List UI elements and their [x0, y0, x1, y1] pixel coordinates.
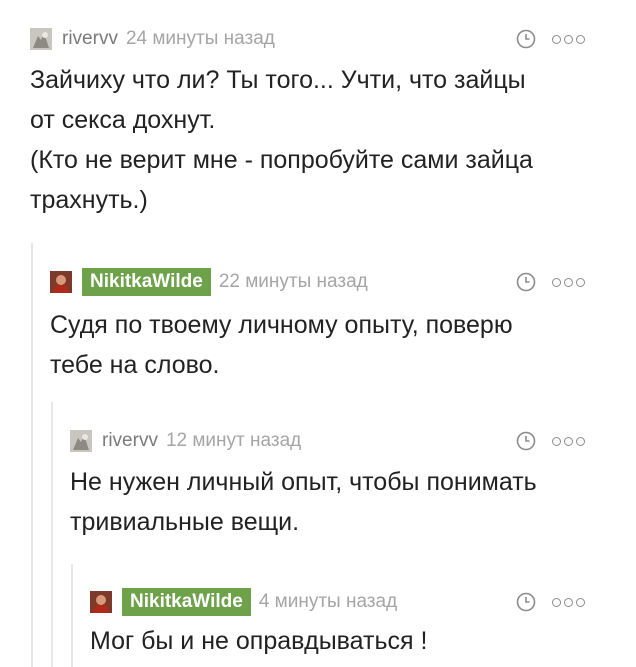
comment: NikitkaWilde 22 минуты назад Судя по тво… — [50, 265, 606, 385]
thread-line — [31, 243, 33, 667]
more-options-icon[interactable] — [552, 597, 585, 607]
comment-text: Мог бы и не оправдываться ! — [90, 621, 427, 661]
comment-time[interactable]: 24 минуты назад — [126, 28, 275, 50]
comment-header: NikitkaWilde 4 минуты назад — [90, 585, 397, 619]
author-name[interactable]: rivervv — [62, 28, 118, 50]
clock-icon[interactable] — [516, 592, 536, 612]
comment-actions — [516, 424, 585, 458]
avatar[interactable] — [90, 591, 112, 613]
comment-actions — [516, 22, 585, 56]
thread-line — [51, 402, 53, 667]
comment-time[interactable]: 4 минуты назад — [259, 591, 397, 613]
comment-line: тривиальные вещи. — [70, 508, 300, 536]
comment-text: Судя по твоему личному опыту, поверю теб… — [50, 305, 513, 385]
comment-header: rivervv 12 минут назад — [70, 424, 301, 458]
comment-text: Не нужен личный опыт, чтобы понимать три… — [70, 462, 537, 542]
comment-line: тебе на слово. — [50, 351, 220, 379]
avatar[interactable] — [70, 430, 92, 452]
comment: rivervv 12 минут назад Не нужен личный о… — [70, 424, 606, 544]
comment-actions — [516, 265, 585, 299]
comment-line: Судя по твоему личному опыту, поверю — [50, 311, 513, 339]
comment-time[interactable]: 22 минуты назад — [219, 271, 368, 293]
avatar[interactable] — [30, 28, 52, 50]
clock-icon[interactable] — [516, 431, 536, 451]
comment-actions — [516, 585, 585, 619]
thread-line — [71, 564, 73, 667]
comment-line: трахнуть.) — [30, 186, 148, 214]
comment-line: Зайчиху что ли? Ты того... Учти, что зай… — [30, 66, 526, 94]
more-options-icon[interactable] — [552, 34, 585, 44]
author-name[interactable]: rivervv — [102, 430, 158, 452]
more-options-icon[interactable] — [552, 436, 585, 446]
author-name[interactable]: NikitkaWilde — [82, 268, 211, 296]
comment: rivervv 24 минуты назад Зайчиху что ли? … — [30, 22, 606, 222]
clock-icon[interactable] — [516, 29, 536, 49]
comment-line: от секса дохнут. — [30, 106, 216, 134]
comment-header: rivervv 24 минуты назад — [30, 22, 275, 56]
comment-header: NikitkaWilde 22 минуты назад — [50, 265, 368, 299]
avatar[interactable] — [50, 271, 72, 293]
clock-icon[interactable] — [516, 272, 536, 292]
author-name[interactable]: NikitkaWilde — [122, 588, 251, 616]
comment-line: Не нужен личный опыт, чтобы понимать — [70, 468, 537, 496]
comment: NikitkaWilde 4 минуты назад Мог бы и не … — [90, 585, 606, 667]
more-options-icon[interactable] — [552, 277, 585, 287]
comment-text: Зайчиху что ли? Ты того... Учти, что зай… — [30, 60, 533, 220]
comment-time[interactable]: 12 минут назад — [166, 430, 301, 452]
comment-line: Мог бы и не оправдываться ! — [90, 627, 428, 655]
comment-line: (Кто не верит мне - попробуйте сами зайц… — [30, 146, 533, 174]
